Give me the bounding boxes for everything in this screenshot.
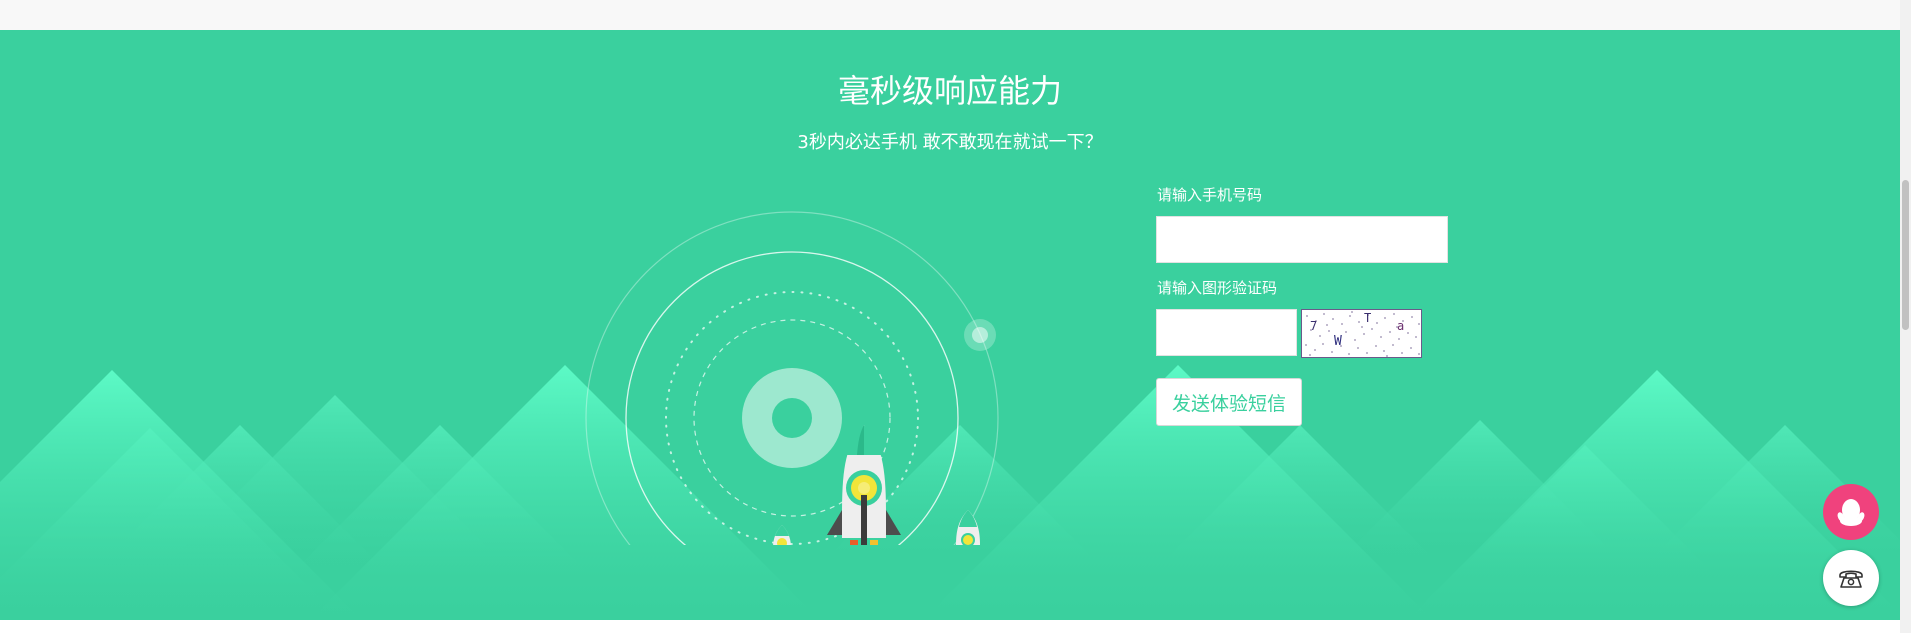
qq-penguin-icon bbox=[1837, 499, 1865, 526]
phone-button[interactable] bbox=[1823, 550, 1879, 606]
small-rocket-icon bbox=[956, 510, 980, 545]
phone-label: 请输入手机号码 bbox=[1157, 186, 1263, 204]
svg-text:a: a bbox=[1397, 319, 1404, 333]
scrollbar-thumb[interactable] bbox=[1902, 180, 1909, 330]
svg-text:7: 7 bbox=[1310, 319, 1317, 333]
rocket-radar-illustration bbox=[585, 211, 999, 545]
captcha-image[interactable]: 7 T a W bbox=[1301, 309, 1422, 358]
small-rocket-icon bbox=[773, 525, 791, 545]
bottom-strip bbox=[0, 620, 1911, 633]
telephone-icon bbox=[1839, 570, 1863, 588]
hero-subtitle: 3秒内必达手机 敢不敢现在就试一下？ bbox=[797, 132, 1103, 153]
qq-button[interactable] bbox=[1823, 484, 1879, 540]
top-bar bbox=[0, 0, 1911, 30]
hero-title: 毫秒级响应能力 bbox=[837, 72, 1062, 110]
svg-text:T: T bbox=[1364, 311, 1371, 325]
send-sms-button[interactable]: 发送体验短信 bbox=[1156, 378, 1302, 426]
captcha-input[interactable] bbox=[1156, 309, 1297, 356]
phone-input[interactable] bbox=[1156, 216, 1448, 263]
svg-text:W: W bbox=[1334, 334, 1342, 349]
rocket-icon bbox=[827, 425, 901, 545]
hero-section: 毫秒级响应能力 3秒内必达手机 敢不敢现在就试一下？ 请输入手机号码 请输入图形… bbox=[0, 30, 1900, 620]
captcha-label: 请输入图形验证码 bbox=[1157, 279, 1278, 297]
